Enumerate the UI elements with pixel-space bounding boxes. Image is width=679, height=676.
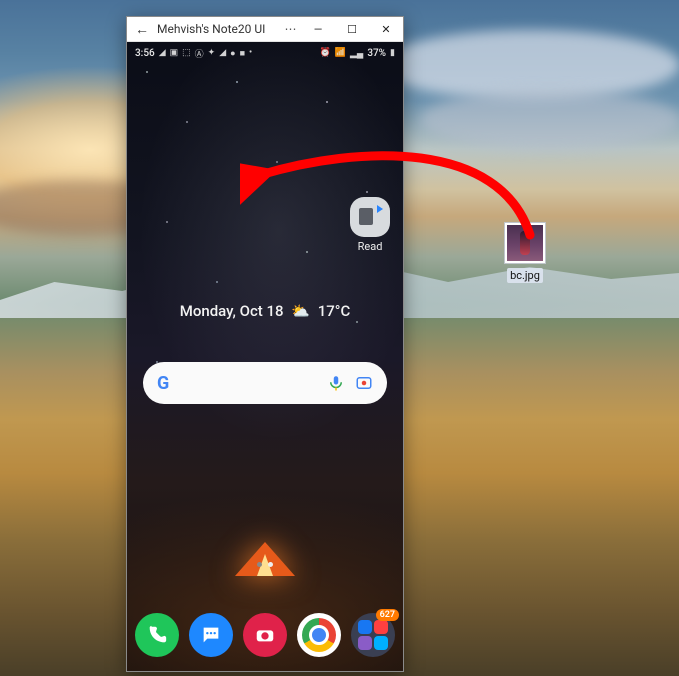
alarm-icon: ⏰ xyxy=(320,48,331,58)
signal-icon: ▂▄ xyxy=(350,48,363,59)
phone-home-screen[interactable]: 3:56 ◢ ▣ ⬚ Ⓐ ✦ ◢ ● ■ • ⏰ 📶 ▂▄ 37% ▮ xyxy=(127,42,403,671)
android-statusbar: 3:56 ◢ ▣ ⬚ Ⓐ ✦ ◢ ● ■ • ⏰ 📶 ▂▄ 37% ▮ xyxy=(127,42,403,64)
play-badge-icon xyxy=(377,205,383,213)
notif-icon: ◢ xyxy=(159,48,166,58)
app-tile xyxy=(350,197,390,237)
folder-preview xyxy=(358,620,388,650)
dock-phone-icon[interactable] xyxy=(135,613,179,657)
notification-badge: 627 xyxy=(376,609,399,621)
notif-icon: ● xyxy=(230,48,235,59)
battery-text: 37% xyxy=(367,48,386,59)
more-menu-button[interactable]: ⋯ xyxy=(281,22,301,36)
phone-mirror-window: ← Mehvish's Note20 UI ⋯ — ☐ ✕ 3:56 ◢ ▣ ⬚… xyxy=(126,16,404,672)
app-label: Read xyxy=(345,240,395,253)
temperature-text: 17°C xyxy=(318,302,351,320)
date-text: Monday, Oct 18 xyxy=(180,302,284,320)
dock-messages-icon[interactable] xyxy=(189,613,233,657)
app-icon-read[interactable]: Read xyxy=(345,197,395,253)
minimize-button[interactable]: — xyxy=(301,17,335,41)
file-name-label: bc.jpg xyxy=(507,268,543,283)
maximize-button[interactable]: ☐ xyxy=(335,17,369,41)
dock-camera-icon[interactable] xyxy=(243,613,287,657)
notif-icon: Ⓐ xyxy=(195,47,204,60)
back-button[interactable]: ← xyxy=(127,21,157,38)
window-titlebar: ← Mehvish's Note20 UI ⋯ — ☐ ✕ xyxy=(127,17,403,42)
notif-icon: ⬚ xyxy=(182,48,191,58)
date-weather-widget[interactable]: Monday, Oct 18 ⛅ 17°C xyxy=(127,302,403,320)
weather-icon: ⛅ xyxy=(291,302,310,320)
notif-icon: • xyxy=(249,48,252,58)
cloud xyxy=(420,90,679,150)
google-lens-icon[interactable] xyxy=(355,374,373,392)
notif-icon: ▣ xyxy=(170,48,179,58)
google-logo-icon: G xyxy=(157,373,169,394)
battery-icon: ▮ xyxy=(390,48,395,58)
notif-icon: ■ xyxy=(240,48,245,59)
notif-icon: ✦ xyxy=(208,48,216,58)
page-indicator xyxy=(127,562,403,567)
app-dock: 627 xyxy=(127,613,403,657)
window-title: Mehvish's Note20 UI xyxy=(157,22,281,36)
wifi-icon: 📶 xyxy=(335,48,346,58)
wallpaper-tent xyxy=(235,536,295,576)
file-thumbnail xyxy=(504,222,546,264)
close-button[interactable]: ✕ xyxy=(369,17,403,41)
page-dot-active xyxy=(268,562,273,567)
google-search-bar[interactable]: G xyxy=(143,362,387,404)
chrome-logo-icon xyxy=(302,618,336,652)
desktop-wallpaper: bc.jpg ← Mehvish's Note20 UI ⋯ — ☐ ✕ 3:5… xyxy=(0,0,679,676)
dock-chrome-icon[interactable] xyxy=(297,613,341,657)
statusbar-time: 3:56 xyxy=(135,48,155,59)
desktop-file-bcjpg[interactable]: bc.jpg xyxy=(498,222,552,283)
dock-folder-icon[interactable]: 627 xyxy=(351,613,395,657)
notif-icon: ◢ xyxy=(219,48,226,58)
page-dot xyxy=(257,562,262,567)
voice-search-icon[interactable] xyxy=(327,374,345,392)
